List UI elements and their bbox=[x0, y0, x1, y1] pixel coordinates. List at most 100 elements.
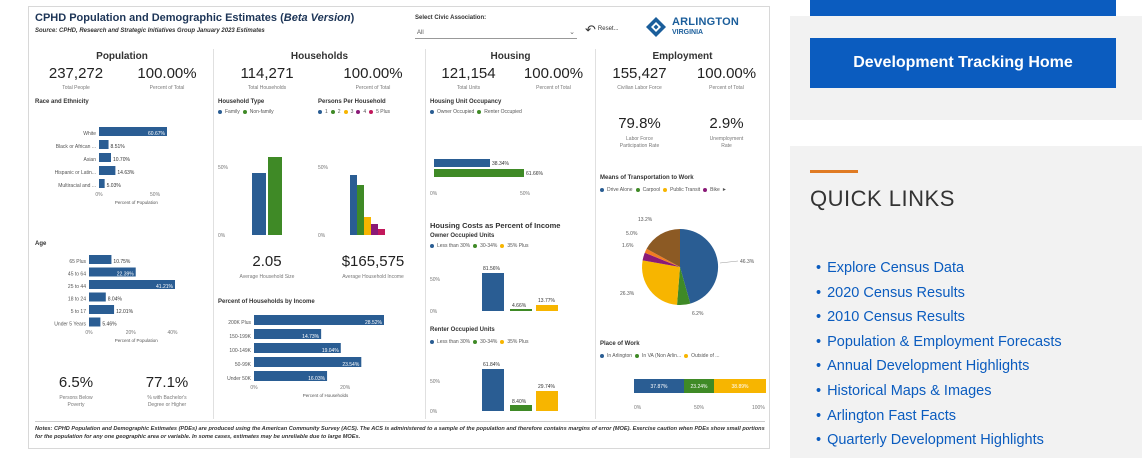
age-chart: 65 Plus 10.75% 45 to 64 22.39% 25 to 44 41.21… bbox=[54, 255, 178, 343]
svg-text:4.66%: 4.66% bbox=[512, 303, 527, 309]
tick-label: 50% bbox=[150, 192, 161, 198]
civic-association-select[interactable]: All ⌄ bbox=[415, 27, 577, 39]
chevron-down-icon: ⌄ bbox=[569, 29, 575, 36]
household-income-chart: 200K Plus 28.52% 150-199K 14.73% 100-149K 19.… bbox=[227, 315, 384, 398]
household-type-title: Household Type bbox=[218, 99, 265, 105]
renter-occupied-bar bbox=[434, 169, 524, 177]
svg-text:50%: 50% bbox=[430, 379, 441, 385]
bar-value: 12.01% bbox=[116, 309, 134, 315]
quick-link[interactable]: 2020 Census Results bbox=[816, 281, 1062, 306]
axis-label: Percent of Households bbox=[303, 393, 349, 398]
quick-link[interactable]: Population & Employment Forecasts bbox=[816, 330, 1062, 355]
svg-text:50%: 50% bbox=[430, 277, 441, 283]
population-percent-label: Percent of Total bbox=[149, 85, 185, 91]
bar-label: White bbox=[83, 131, 96, 137]
bar-value: 8.04% bbox=[108, 297, 123, 303]
pph-1-bar bbox=[350, 175, 357, 235]
svg-text:0%: 0% bbox=[318, 233, 326, 239]
svg-text:6.2%: 6.2% bbox=[692, 311, 704, 317]
undo-icon: ↶ bbox=[585, 21, 596, 37]
svg-text:50%: 50% bbox=[694, 405, 705, 411]
housing-percent: 100.00% bbox=[523, 65, 584, 82]
owner-35plus-bar bbox=[536, 305, 558, 311]
housing-percent-label: Percent of Total bbox=[536, 85, 571, 91]
bar bbox=[99, 153, 111, 162]
svg-text:61.66%: 61.66% bbox=[526, 171, 544, 177]
bar-value: 41.21% bbox=[156, 284, 174, 290]
bar-value: 8.51% bbox=[111, 144, 126, 150]
unemployment-label: Unemployment Rate bbox=[709, 136, 744, 149]
bar bbox=[99, 179, 105, 188]
svg-text:23.24%: 23.24% bbox=[691, 384, 709, 390]
tick-label: 0% bbox=[250, 385, 258, 391]
pph-4-bar bbox=[371, 224, 378, 235]
svg-text:61.84%: 61.84% bbox=[483, 362, 501, 368]
quick-link[interactable]: Annual Development Highlights bbox=[816, 354, 1062, 379]
svg-text:1.6%: 1.6% bbox=[622, 243, 634, 249]
quick-link[interactable]: Explore Census Data bbox=[816, 256, 1062, 281]
bar-label: 100-149K bbox=[229, 348, 251, 354]
bar-value: 28.52% bbox=[365, 320, 383, 326]
svg-text:13.77%: 13.77% bbox=[538, 298, 556, 304]
age-title: Age bbox=[35, 241, 47, 247]
quick-link[interactable]: Historical Maps & Images bbox=[816, 379, 1062, 404]
population-title: Population bbox=[96, 51, 148, 62]
svg-text:50%: 50% bbox=[520, 191, 531, 197]
employment-total: 155,427 bbox=[612, 65, 667, 82]
persons-per-household-legend: 1 2 3 4 5 Plus bbox=[318, 109, 390, 115]
legend-next-icon[interactable]: ▸ bbox=[723, 186, 726, 193]
quick-link[interactable]: 2010 Census Results bbox=[816, 305, 1062, 330]
bar-label: 5 to 17 bbox=[71, 309, 87, 315]
bar bbox=[99, 166, 116, 175]
arlington-logo-mark-icon bbox=[646, 17, 666, 37]
tick-0: 0% bbox=[218, 233, 226, 239]
pph-5-bar bbox=[378, 229, 385, 235]
tick-label: 20% bbox=[126, 330, 137, 336]
development-tracking-home-button[interactable]: Development Tracking Home bbox=[810, 38, 1116, 88]
quick-link[interactable]: Arlington Fast Facts bbox=[816, 404, 1062, 429]
renter-35plus-bar bbox=[536, 391, 558, 411]
svg-text:38.89%: 38.89% bbox=[732, 384, 750, 390]
employment-total-label: Civilian Labor Force bbox=[617, 85, 662, 91]
transport-legend: Drive Alone Carpool Public Transit Bike … bbox=[600, 186, 726, 193]
owner-costs-chart: 50% 0% 81.56% 4.66% 13.77% bbox=[430, 266, 558, 315]
housing-column: Housing 121,154 100.00% Total Units Perc… bbox=[425, 49, 595, 419]
legend-dot bbox=[218, 110, 222, 114]
avg-household-income-label: Average Household Income bbox=[342, 274, 404, 280]
svg-text:8.40%: 8.40% bbox=[512, 399, 527, 405]
svg-text:38.34%: 38.34% bbox=[492, 161, 510, 167]
bar-label: 65 Plus bbox=[69, 259, 86, 265]
bar-label: 45 to 64 bbox=[68, 272, 86, 278]
housing-total-label: Total Units bbox=[456, 85, 481, 91]
poverty-value: 6.5% bbox=[58, 374, 94, 391]
svg-text:0%: 0% bbox=[634, 405, 642, 411]
household-type-and-size-charts: 50% 0% 50% 0% bbox=[218, 157, 385, 239]
quick-links-panel: QUICK LINKS Explore Census Data 2020 Cen… bbox=[790, 146, 1142, 458]
housing-costs-title: Housing Costs as Percent of Income bbox=[430, 221, 561, 230]
accent-bar bbox=[810, 170, 858, 173]
family-bar bbox=[252, 173, 266, 235]
housing-title: Housing bbox=[490, 51, 531, 62]
bar-value: 60.67% bbox=[148, 131, 166, 137]
bar-label: 25 to 44 bbox=[68, 284, 86, 290]
quick-links-title: QUICK LINKS bbox=[810, 186, 955, 211]
renter-lt30-bar bbox=[482, 369, 504, 411]
pie-public-transit bbox=[642, 260, 680, 305]
title-end: ) bbox=[350, 12, 355, 24]
reset-button[interactable]: ↶ Reset... bbox=[585, 21, 625, 37]
logo-line-2: VIRGINIA bbox=[672, 29, 704, 36]
bar bbox=[89, 255, 112, 264]
avg-household-income: $165,575 bbox=[341, 253, 405, 270]
occupancy-title: Housing Unit Occupancy bbox=[430, 99, 502, 105]
top-button-partial[interactable] bbox=[810, 0, 1116, 16]
tick-label: 0% bbox=[85, 330, 93, 336]
title-main: CPHD Population and Demographic Estimate… bbox=[35, 12, 284, 24]
svg-text:0%: 0% bbox=[430, 191, 438, 197]
page-sidebar: Development Tracking Home QUICK LINKS Ex… bbox=[790, 0, 1142, 458]
logo-line-1: ARLINGTON bbox=[672, 16, 739, 28]
owner-occupied-bar bbox=[434, 159, 490, 167]
bar-value: 22.39% bbox=[117, 272, 135, 278]
quick-link[interactable]: Quarterly Development Highlights bbox=[816, 428, 1062, 453]
bar-label: Under 5 Years bbox=[54, 322, 86, 328]
bar-label: 50-99K bbox=[235, 362, 252, 368]
